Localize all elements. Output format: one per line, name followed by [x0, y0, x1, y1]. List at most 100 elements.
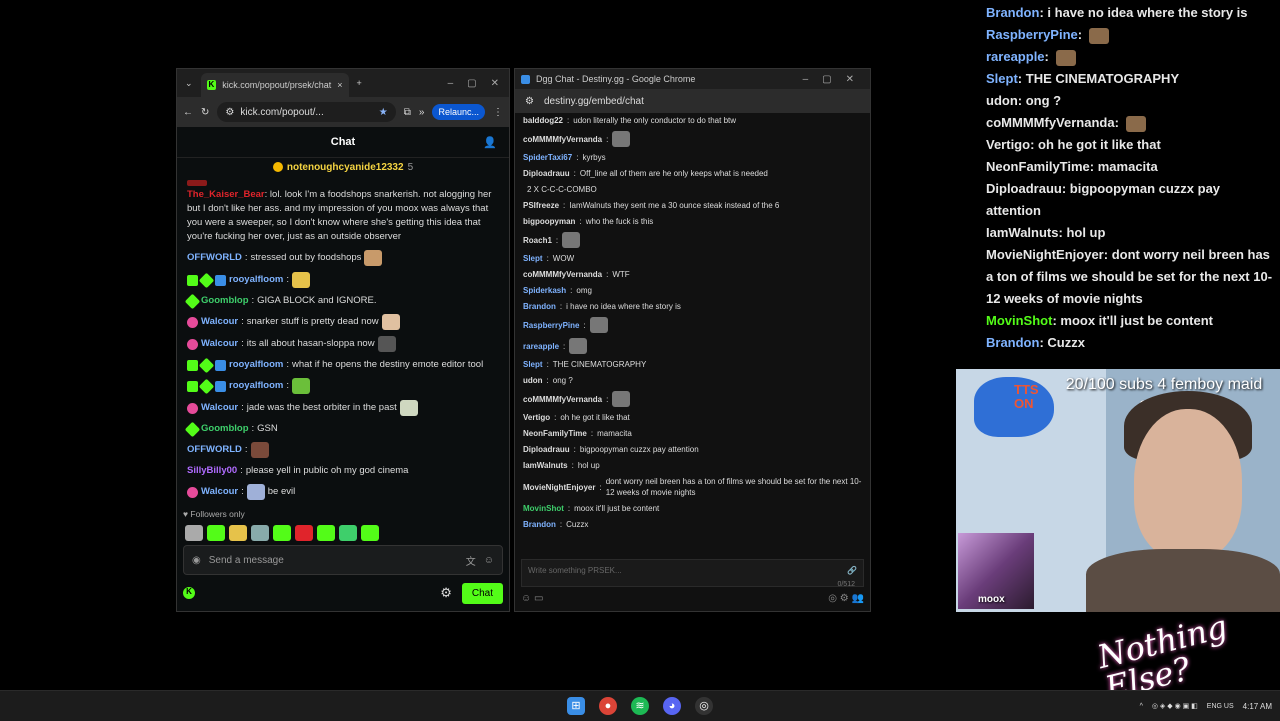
dgg-message-user[interactable]: coMMMMfyVernanda [523, 134, 602, 145]
extensions-icon[interactable]: ⧉ [404, 107, 411, 118]
dgg-message-user[interactable]: MovieNightEnjoyer [523, 482, 595, 493]
site-info-icon[interactable]: ⚙ [525, 96, 534, 107]
close-icon[interactable]: ✕ [491, 78, 499, 89]
quick-emote-icon[interactable] [339, 525, 357, 541]
quick-emote-icon[interactable] [229, 525, 247, 541]
new-tab-icon[interactable]: + [349, 78, 370, 88]
menu-kebab-icon[interactable]: ⋮ [493, 107, 503, 118]
message-user[interactable]: Walcour [201, 337, 238, 351]
quick-emote-icon[interactable] [207, 525, 225, 541]
destiny-chat-window: Dgg Chat - Destiny.gg - Google Chrome – … [514, 68, 871, 612]
chat-message: Walcour: snarker stuff is pretty dead no… [187, 314, 499, 330]
colon: : [1061, 181, 1070, 196]
message-input[interactable]: ◉ Send a message 文 ☺ [183, 545, 503, 575]
bookmark-star-icon[interactable]: ★ [379, 107, 388, 118]
chat-header: Chat 👤 [177, 127, 509, 158]
dgg-message-input[interactable]: Write something PRSEK... 🔗 0/512 [521, 559, 864, 588]
char-count: 0/512 [837, 581, 855, 588]
dgg-message-user[interactable]: Roach1 [523, 235, 552, 246]
message-user[interactable]: rooyalfloom [229, 273, 283, 287]
dgg-message-user[interactable]: Vertigo [523, 412, 550, 423]
close-icon[interactable]: ✕ [846, 74, 854, 85]
obs-icon[interactable]: ◎ [695, 697, 713, 715]
dgg-message-user[interactable]: Diploadrauu [523, 168, 570, 179]
quick-emote-icon[interactable] [295, 525, 313, 541]
dgg-message-user[interactable]: bigpoopyman [523, 216, 575, 227]
message-user[interactable]: OFFWORLD [187, 443, 242, 457]
address-bar[interactable]: ⚙ destiny.gg/embed/chat [515, 89, 870, 113]
tray-icons[interactable]: ◎ ◈ ◆ ◉ ▣ ◧ [1152, 702, 1198, 710]
dgg-message-user[interactable]: PSIfreeze [523, 200, 559, 211]
site-info-icon[interactable]: ⚙ [225, 107, 234, 118]
maximize-icon[interactable]: ▢ [467, 78, 476, 89]
face-emote-icon [377, 336, 396, 352]
tray-expand-icon[interactable]: ^ [1140, 703, 1143, 710]
message-user[interactable]: OFFWORLD [187, 251, 242, 265]
settings-gear-icon[interactable]: ⚙ [440, 585, 452, 601]
more-tools-icon[interactable]: » [419, 107, 425, 118]
message-user[interactable]: Goomblop [201, 422, 249, 436]
maximize-icon[interactable]: ▢ [822, 74, 831, 85]
dgg-message-user[interactable]: MovinShot [523, 503, 564, 514]
language-indicator[interactable]: ENG US [1207, 703, 1234, 710]
pinned-gift-banner[interactable]: notenoughcyanide12332 5 [177, 158, 509, 176]
quick-emote-icon[interactable] [185, 525, 203, 541]
attach-icon[interactable]: 🔗 [847, 566, 857, 575]
dgg-chat-message: Diploadrauu: Off_line all of them are he … [523, 168, 862, 179]
colon: : [590, 429, 594, 438]
dgg-message-user[interactable]: Brandon [523, 301, 556, 312]
message-user[interactable]: Walcour [201, 401, 238, 415]
user-settings-icon[interactable]: 👤 [483, 136, 497, 149]
emoji-icon[interactable]: ☺ [484, 555, 494, 566]
quick-emote-icon[interactable] [361, 525, 379, 541]
dgg-message-user[interactable]: coMMMMfyVernanda [523, 394, 602, 405]
quick-emote-icon[interactable] [273, 525, 291, 541]
spotify-icon[interactable]: ≋ [631, 697, 649, 715]
url-field[interactable]: ⚙ kick.com/popout/... ★ [217, 102, 396, 122]
dgg-message-user[interactable]: Slept [523, 253, 543, 264]
dgg-message-user[interactable]: NeonFamilyTime [523, 428, 587, 439]
emote-menu-icon[interactable]: ☺ ▭ [521, 593, 543, 607]
footer-tools[interactable]: ◎ ⚙ 👥 [828, 593, 864, 607]
tab-search-icon[interactable]: ⌄ [177, 78, 201, 89]
chat-message: OFFWORLD: [187, 442, 499, 458]
dgg-chat-message: Diploadrauu: bigpoopyman cuzzx pay attent… [523, 444, 862, 455]
start-icon[interactable]: ⊞ [567, 697, 585, 715]
dgg-message-user[interactable]: balddog22 [523, 115, 563, 126]
discord-icon[interactable]: ◕ [663, 697, 681, 715]
dgg-message-user[interactable]: Diploadrauu [523, 444, 570, 455]
dgg-message-user[interactable]: coMMMMfyVernanda [523, 269, 602, 280]
minimize-icon[interactable]: – [448, 78, 454, 89]
dgg-message-user[interactable]: udon [523, 375, 543, 386]
message-user[interactable]: Walcour [201, 485, 238, 499]
pip-camera: moox [958, 533, 1034, 609]
dgg-message-user[interactable]: SpiderTaxi67 [523, 152, 572, 163]
relaunch-button[interactable]: Relaunc... [432, 104, 485, 120]
clock[interactable]: 4:17 AM [1243, 702, 1272, 711]
reload-icon[interactable]: ↻ [201, 107, 209, 118]
translate-icon[interactable]: 文 [466, 553, 476, 568]
message-user[interactable]: rooyalfloom [229, 358, 283, 372]
message-user[interactable]: SillyBilly00 [187, 464, 237, 478]
tab-kick-chat[interactable]: K kick.com/popout/prsek/chat × [200, 73, 349, 97]
chrome-icon[interactable]: ● [599, 697, 617, 715]
dgg-message-user[interactable]: Slept [523, 359, 543, 370]
overlay-user: udon [986, 93, 1018, 108]
dgg-message-user[interactable]: IamWalnuts [523, 460, 568, 471]
dgg-message-user[interactable]: Spiderkash [523, 285, 566, 296]
dgg-message-user[interactable]: rareapple [523, 341, 559, 352]
message-user[interactable]: Walcour [201, 315, 238, 329]
back-icon[interactable]: ← [183, 107, 193, 118]
message-user[interactable]: Goomblop [201, 294, 249, 308]
kick-logo-icon[interactable]: K [183, 587, 195, 599]
minimize-icon[interactable]: – [803, 74, 809, 85]
message-user[interactable]: rooyalfloom [229, 379, 283, 393]
close-tab-icon[interactable]: × [337, 80, 342, 90]
dgg-message-user[interactable]: RaspberryPine [523, 320, 579, 331]
overlay-message: Vertigo: oh he got it like that [986, 134, 1276, 156]
message-user[interactable]: The_Kaiser_Bear [187, 189, 265, 200]
quick-emote-icon[interactable] [317, 525, 335, 541]
chat-send-button[interactable]: Chat [461, 582, 503, 604]
dgg-message-user[interactable]: Brandon [523, 519, 556, 530]
quick-emote-icon[interactable] [251, 525, 269, 541]
